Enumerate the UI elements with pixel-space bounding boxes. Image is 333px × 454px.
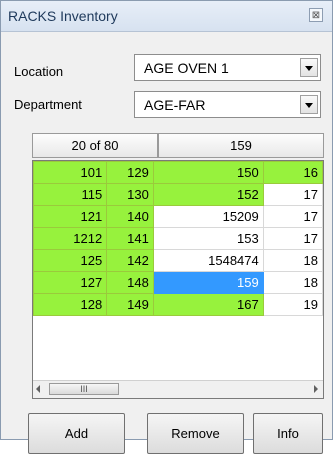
grid-cell[interactable]: 17 xyxy=(262,205,323,228)
grid-cell[interactable]: 15209 xyxy=(152,205,264,228)
table-row[interactable]: 1212 141 153 17 xyxy=(33,227,323,250)
window-title: RACKS Inventory xyxy=(8,8,118,24)
grid-cell[interactable]: 18 xyxy=(262,249,323,272)
grid-cell[interactable]: 167 xyxy=(152,293,264,316)
scroll-thumb[interactable]: III xyxy=(49,383,119,395)
location-label: Location xyxy=(14,64,64,79)
grid-cell[interactable]: 141 xyxy=(106,227,154,250)
grid-cell[interactable]: 1548474 xyxy=(152,249,264,272)
grid-cell[interactable]: 128 xyxy=(33,293,108,316)
add-button[interactable]: Add xyxy=(28,413,125,454)
grid-cell[interactable]: 149 xyxy=(106,293,154,316)
scroll-left-icon[interactable] xyxy=(36,385,40,393)
title-bar: RACKS Inventory ⊠ xyxy=(1,1,332,32)
location-value: AGE OVEN 1 xyxy=(144,60,229,76)
table-row[interactable]: 121 140 15209 17 xyxy=(33,205,323,228)
department-label: Department xyxy=(14,97,82,112)
location-select[interactable]: AGE OVEN 1 xyxy=(134,54,321,81)
racks-grid[interactable]: 101 129 150 16 115 130 152 17 121 140 15… xyxy=(32,160,324,399)
grid-cell[interactable]: 148 xyxy=(106,271,154,294)
department-dropdown-arrow-icon[interactable] xyxy=(300,95,318,114)
location-dropdown-arrow-icon[interactable] xyxy=(300,58,318,77)
table-row[interactable]: 101 129 150 16 xyxy=(33,161,323,184)
remove-button[interactable]: Remove xyxy=(147,413,244,454)
info-button[interactable]: Info xyxy=(253,413,323,454)
grid-cell[interactable]: 1212 xyxy=(33,227,108,250)
current-value-header: 159 xyxy=(158,133,324,158)
grid-cell[interactable]: 19 xyxy=(262,293,323,316)
table-row[interactable]: 127 148 159 18 xyxy=(33,271,323,294)
table-row[interactable]: 125 142 1548474 18 xyxy=(33,249,323,272)
department-select[interactable]: AGE-FAR xyxy=(134,91,321,118)
close-icon[interactable]: ⊠ xyxy=(309,8,323,22)
grid-cell[interactable]: 17 xyxy=(262,183,323,206)
grid-cell[interactable]: 152 xyxy=(152,183,264,206)
grid-cell[interactable]: 18 xyxy=(262,271,323,294)
grid-cell[interactable]: 140 xyxy=(106,205,154,228)
horizontal-scrollbar[interactable]: III xyxy=(33,380,323,398)
grid-cell[interactable]: 125 xyxy=(33,249,108,272)
racks-inventory-window: RACKS Inventory ⊠ Location AGE OVEN 1 De… xyxy=(0,0,333,454)
department-value: AGE-FAR xyxy=(144,97,206,113)
table-row[interactable]: 115 130 152 17 xyxy=(33,183,323,206)
racks-table: 101 129 150 16 115 130 152 17 121 140 15… xyxy=(33,161,323,316)
grid-cell[interactable]: 16 xyxy=(262,161,323,184)
grid-cell[interactable]: 17 xyxy=(262,227,323,250)
grid-cell[interactable]: 121 xyxy=(33,205,108,228)
grid-cell[interactable]: 129 xyxy=(106,161,154,184)
grid-cell[interactable]: 130 xyxy=(106,183,154,206)
grid-cell[interactable]: 101 xyxy=(33,161,108,184)
record-count-header: 20 of 80 xyxy=(32,133,158,158)
grid-cell[interactable]: 115 xyxy=(33,183,108,206)
scroll-right-icon[interactable] xyxy=(314,385,318,393)
grid-cell-selected[interactable]: 159 xyxy=(152,271,264,294)
grid-cell[interactable]: 153 xyxy=(152,227,264,250)
table-row[interactable]: 128 149 167 19 xyxy=(33,293,323,316)
grid-cell[interactable]: 127 xyxy=(33,271,108,294)
grid-cell[interactable]: 142 xyxy=(106,249,154,272)
grid-cell[interactable]: 150 xyxy=(152,161,264,184)
